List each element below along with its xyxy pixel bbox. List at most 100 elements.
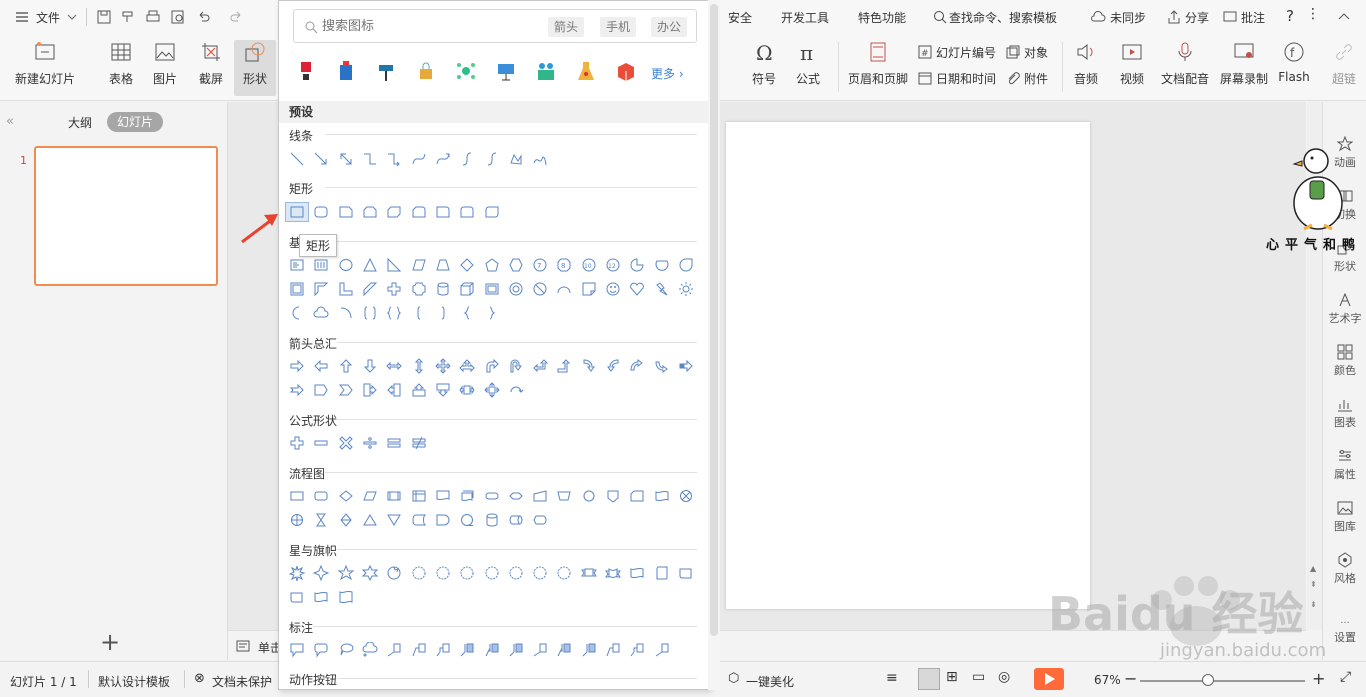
scribble-shape-icon[interactable]: [528, 149, 552, 169]
menu-security[interactable]: 安全: [728, 9, 752, 26]
tear-shape-icon[interactable]: [674, 255, 698, 275]
signpost-icon[interactable]: [375, 59, 397, 83]
uda-shape-icon[interactable]: [406, 356, 430, 376]
rr2-shape-icon[interactable]: [455, 202, 479, 222]
lrcallout-shape-icon[interactable]: [455, 380, 479, 400]
directaccess-shape-icon[interactable]: [504, 510, 528, 530]
rbrack-shape-icon[interactable]: [431, 303, 455, 323]
freeform-shape-icon[interactable]: [504, 149, 528, 169]
multidoc-shape-icon[interactable]: [455, 486, 479, 506]
more-icon[interactable]: ⋮: [1306, 6, 1320, 22]
dodec-shape-icon[interactable]: 12: [601, 255, 625, 275]
chevron-down-icon[interactable]: [64, 9, 80, 25]
la-shape-icon[interactable]: [309, 356, 333, 376]
rrd-shape-icon[interactable]: [479, 202, 503, 222]
snip2-shape-icon[interactable]: [358, 202, 382, 222]
card-shape-icon[interactable]: [625, 486, 649, 506]
cross-shape-icon[interactable]: [382, 279, 406, 299]
scrollbar-thumb[interactable]: [710, 4, 718, 636]
linecallout3-shape-icon[interactable]: [431, 640, 455, 660]
barcallout-shape-icon[interactable]: [577, 640, 601, 660]
smiley-shape-icon[interactable]: [601, 279, 625, 299]
sidebar-item-style[interactable]: 风格: [1323, 552, 1366, 586]
save-icon[interactable]: [96, 9, 112, 25]
donut-shape-icon[interactable]: [504, 279, 528, 299]
moon-shape-icon[interactable]: [285, 303, 309, 323]
para-shape-icon[interactable]: [406, 255, 430, 275]
ucallout-shape-icon[interactable]: [406, 380, 430, 400]
hamburger-icon[interactable]: [14, 9, 30, 25]
redo-icon[interactable]: [228, 9, 244, 25]
rcallout-shape-icon[interactable]: [358, 380, 382, 400]
starN-shape-icon[interactable]: [504, 563, 528, 583]
manop-shape-icon[interactable]: [552, 486, 576, 506]
bevel-shape-icon[interactable]: [479, 279, 503, 299]
curvd-shape-icon[interactable]: [649, 356, 673, 376]
quadcallout-shape-icon[interactable]: [479, 380, 503, 400]
rectcallout-shape-icon[interactable]: [285, 640, 309, 660]
nosym-shape-icon[interactable]: [528, 279, 552, 299]
cloud-shape-icon[interactable]: [309, 303, 333, 323]
arrowline-shape-icon[interactable]: [309, 149, 333, 169]
symbol-button[interactable]: Ω 符号: [746, 40, 782, 96]
tab-outline[interactable]: 大纲: [68, 114, 92, 131]
uturn-shape-icon[interactable]: [504, 356, 528, 376]
star6-shape-icon[interactable]: [358, 563, 382, 583]
hyperlink-button[interactable]: 超链: [1326, 40, 1362, 96]
curvu-shape-icon[interactable]: [625, 356, 649, 376]
manual-shape-icon[interactable]: [528, 486, 552, 506]
doc-shape-icon[interactable]: [431, 486, 455, 506]
process-shape-icon[interactable]: [285, 486, 309, 506]
expl-shape-icon[interactable]: [285, 563, 309, 583]
fit-window-icon[interactable]: ⤢: [1340, 669, 1351, 685]
can-shape-icon[interactable]: [431, 279, 455, 299]
building-icon[interactable]: [335, 59, 357, 83]
print-preview-icon[interactable]: [170, 9, 186, 25]
star7-shape-icon[interactable]: [382, 563, 406, 583]
undo-icon[interactable]: [196, 9, 212, 25]
ribbon-shape-icon[interactable]: [577, 563, 601, 583]
arc2-shape-icon[interactable]: [334, 303, 358, 323]
lshape-shape-icon[interactable]: [334, 279, 358, 299]
sidebar-item-gallery[interactable]: 图库: [1323, 500, 1366, 534]
magdisk-shape-icon[interactable]: [479, 510, 503, 530]
chevron-shape-icon[interactable]: [334, 380, 358, 400]
rrect-shape-icon[interactable]: [309, 202, 333, 222]
search-tag[interactable]: 手机: [600, 17, 637, 37]
frame-shape-icon[interactable]: [285, 279, 309, 299]
lbrack-shape-icon[interactable]: [406, 303, 430, 323]
search-icon[interactable]: [932, 9, 948, 25]
notes-view-icon[interactable]: ≡: [886, 670, 898, 686]
dwave-shape-icon[interactable]: [334, 587, 358, 607]
trap-shape-icon[interactable]: [431, 255, 455, 275]
prep-shape-icon[interactable]: [504, 486, 528, 506]
terminator-shape-icon[interactable]: [479, 486, 503, 506]
snipround-shape-icon[interactable]: [406, 202, 430, 222]
zoom-in-icon[interactable]: +: [1312, 669, 1325, 688]
doc-audio-button[interactable]: 文档配音: [1160, 40, 1210, 96]
sort-shape-icon[interactable]: [334, 510, 358, 530]
more-icons-link[interactable]: 更多 ›: [651, 65, 684, 82]
lock-icon[interactable]: [415, 59, 437, 83]
flash-button[interactable]: f Flash: [1276, 40, 1312, 96]
stored-shape-icon[interactable]: [406, 510, 430, 530]
dbrack-shape-icon[interactable]: [358, 303, 382, 323]
template-name[interactable]: 默认设计模板: [98, 673, 170, 690]
snip1-shape-icon[interactable]: [334, 202, 358, 222]
halfframe-shape-icon[interactable]: [309, 279, 333, 299]
header-footer-button[interactable]: 页眉和页脚: [846, 40, 910, 96]
icon-search-box[interactable]: 箭头 手机 办公: [293, 9, 697, 43]
bent-shape-icon[interactable]: [479, 356, 503, 376]
lru-shape-icon[interactable]: [455, 356, 479, 376]
divide-shape-icon[interactable]: [358, 433, 382, 453]
diamond-shape-icon[interactable]: [455, 255, 479, 275]
merge-shape-icon[interactable]: [382, 510, 406, 530]
linecallout-shape-icon[interactable]: [649, 640, 673, 660]
menu-special[interactable]: 特色功能: [858, 9, 906, 26]
presentation-icon[interactable]: [495, 59, 517, 83]
object-button[interactable]: 对象: [1006, 42, 1048, 62]
barcallout-shape-icon[interactable]: [455, 640, 479, 660]
ellipse-shape-icon[interactable]: [334, 255, 358, 275]
dbrace-shape-icon[interactable]: [382, 303, 406, 323]
shape-button[interactable]: 形状: [234, 40, 276, 96]
